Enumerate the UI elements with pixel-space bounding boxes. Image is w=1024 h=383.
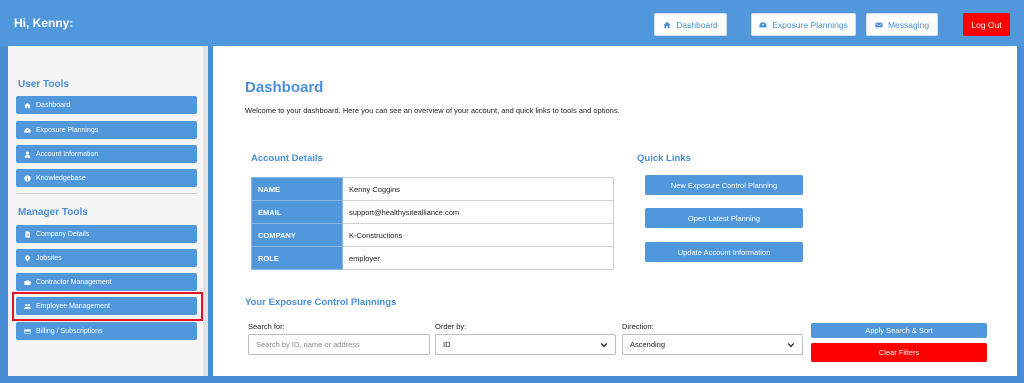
account-detail-key: EMAIL — [251, 200, 343, 224]
sidebar-item-label: Employee Management — [36, 302, 110, 310]
credit-card-icon — [24, 328, 31, 334]
table-row: ROLE employer — [251, 246, 614, 270]
account-detail-key: ROLE — [251, 246, 343, 270]
sidebar-item-label: Account Information — [36, 150, 99, 158]
home-icon — [663, 21, 671, 28]
map-pin-icon — [25, 254, 30, 262]
nav-dashboard-label: Dashboard — [676, 19, 718, 30]
search-label: Search for: — [248, 322, 285, 331]
nav-messaging-label: Messaging — [887, 19, 930, 30]
search-input[interactable] — [256, 340, 422, 349]
account-detail-value: support@healthysitealliance.com — [342, 200, 614, 224]
sidebar-divider — [16, 193, 197, 194]
plannings-title: Your Exposure Control Plannings — [245, 297, 397, 308]
search-field — [248, 334, 430, 355]
manager-tools-title: Manager Tools — [18, 207, 88, 218]
account-detail-key: COMPANY — [251, 223, 343, 247]
order-by-label: Order by: — [435, 322, 467, 331]
direction-value: Ascending — [630, 340, 666, 349]
nav-dashboard-button[interactable]: Dashboard — [654, 13, 727, 36]
page-title: Dashboard — [245, 79, 324, 96]
sidebar-item-company-details[interactable]: Company Details — [16, 225, 197, 243]
direction-select[interactable]: Ascending — [622, 334, 803, 355]
sidebar-item-exposure-plannings[interactable]: Exposure Plannings — [16, 121, 197, 139]
account-detail-value: employer — [342, 246, 614, 270]
sidebar-item-knowledgebase[interactable]: Knowledgebase — [16, 169, 197, 187]
main-content: Dashboard Welcome to your dashboard. Her… — [213, 46, 1017, 376]
sidebar-item-employee-management[interactable]: Employee Management — [16, 297, 197, 315]
sidebar-item-label: Billing / Subscriptions — [36, 327, 103, 335]
table-row: EMAIL support@healthysitealliance.com — [251, 200, 614, 224]
top-navbar: Hi, Kenny: Dashboard Exposure Plannings … — [0, 0, 1024, 46]
order-by-value: ID — [443, 340, 451, 349]
account-detail-key: NAME — [251, 177, 343, 201]
user-greeting: Hi, Kenny: — [14, 16, 74, 30]
new-exposure-control-planning-button[interactable]: New Exposure Control Planning — [645, 175, 803, 195]
sidebar-item-label: Company Details — [36, 230, 90, 238]
envelope-icon — [875, 22, 883, 27]
dashboard-gauge-icon — [24, 127, 31, 133]
account-details-title: Account Details — [251, 153, 323, 164]
page-intro-text: Welcome to your dashboard. Here you can … — [245, 106, 620, 115]
sidebar-item-contractor-management[interactable]: Contractor Management — [16, 273, 197, 291]
sidebar-item-label: Contractor Management — [36, 278, 112, 286]
sidebar-item-label: Dashboard — [36, 101, 71, 109]
sidebar-item-label: Knowledgebase — [36, 174, 86, 182]
update-account-information-button[interactable]: Update Account Information — [645, 242, 803, 262]
chevron-down-icon — [600, 342, 608, 347]
table-row: COMPANY K-Constructions — [251, 223, 614, 247]
document-icon — [25, 230, 30, 238]
user-icon — [24, 151, 31, 158]
account-detail-value: Kenny Coggins — [342, 177, 614, 201]
dashboard-gauge-icon — [759, 21, 767, 27]
open-latest-planning-button[interactable]: Open Latest Planning — [645, 208, 803, 228]
chevron-down-icon — [787, 342, 795, 347]
sidebar: User Tools Dashboard Exposure Plannings … — [8, 46, 208, 376]
briefcase-icon — [24, 279, 31, 285]
user-tools-title: User Tools — [18, 79, 69, 90]
sidebar-item-dashboard[interactable]: Dashboard — [16, 96, 197, 114]
account-details-table: NAME Kenny Coggins EMAIL support@healthy… — [251, 177, 614, 270]
table-row: NAME Kenny Coggins — [251, 177, 614, 201]
sidebar-item-jobsites[interactable]: Jobsites — [16, 249, 197, 267]
sidebar-item-label: Exposure Plannings — [36, 126, 99, 134]
nav-exposure-plannings-label: Exposure Plannings — [772, 19, 848, 30]
account-detail-value: K-Constructions — [342, 223, 614, 247]
logout-button[interactable]: Log Out — [963, 13, 1010, 36]
sidebar-item-label: Jobsites — [36, 254, 62, 262]
nav-exposure-plannings-button[interactable]: Exposure Plannings — [751, 13, 856, 36]
direction-label: Direction: — [622, 322, 654, 331]
nav-messaging-button[interactable]: Messaging — [866, 13, 938, 36]
home-icon — [24, 102, 31, 108]
apply-search-sort-button[interactable]: Apply Search & Sort — [811, 323, 987, 338]
info-circle-icon — [24, 174, 31, 182]
quick-links-title: Quick Links — [637, 153, 691, 164]
sidebar-item-account-information[interactable]: Account Information — [16, 145, 197, 163]
sidebar-item-billing-subscriptions[interactable]: Billing / Subscriptions — [16, 322, 197, 340]
order-by-select[interactable]: ID — [435, 334, 616, 355]
clear-filters-button[interactable]: Clear Filters — [811, 343, 987, 362]
users-icon — [24, 303, 31, 309]
